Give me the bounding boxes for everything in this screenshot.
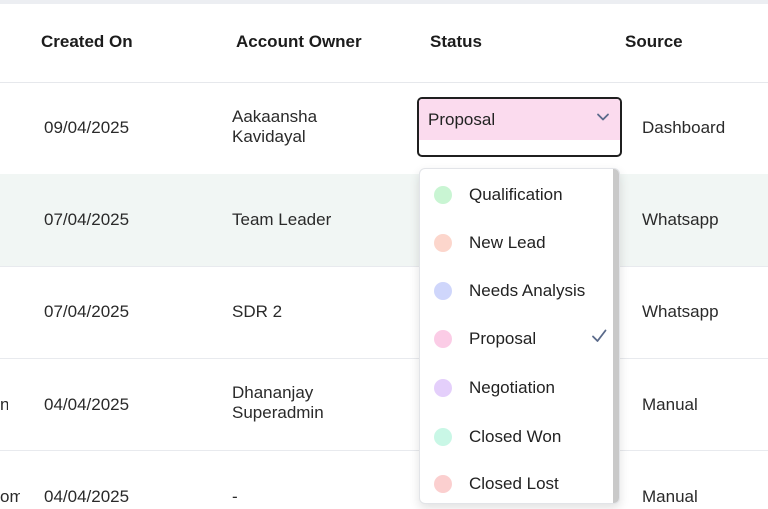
table-row[interactable]: 07/04/2025 Team Leader Whatsapp bbox=[0, 174, 768, 267]
table-header: Created On Account Owner Status Source bbox=[0, 4, 768, 83]
status-color-dot bbox=[434, 282, 452, 300]
table-row[interactable]: om 04/04/2025 - Manual bbox=[0, 450, 768, 509]
owner-line: Aakaansha bbox=[232, 107, 318, 126]
created-on-cell: 09/04/2025 bbox=[44, 118, 130, 137]
status-option-needs-analysis[interactable]: Needs Analysis bbox=[420, 267, 612, 311]
source-cell: Whatsapp bbox=[642, 210, 719, 229]
status-options-menu: Qualification New Lead Needs Analysis Pr… bbox=[419, 168, 620, 504]
status-option-label: Needs Analysis bbox=[469, 281, 586, 300]
check-icon bbox=[592, 329, 607, 342]
source-cell: Whatsapp bbox=[642, 302, 719, 321]
menu-scrollbar[interactable] bbox=[613, 169, 619, 503]
status-option-closed-lost[interactable]: Closed Lost bbox=[420, 460, 612, 503]
owner-line: Kavidayal bbox=[232, 127, 306, 146]
account-owner-cell: Team Leader bbox=[232, 210, 331, 230]
lead-name-cell-fragment: om bbox=[0, 487, 20, 506]
column-header-created-on[interactable]: Created On bbox=[41, 32, 133, 52]
column-header-source[interactable]: Source bbox=[625, 32, 683, 52]
account-owner-cell: - bbox=[232, 487, 238, 507]
status-color-dot bbox=[434, 234, 452, 252]
created-on-cell: 04/04/2025 bbox=[44, 395, 130, 414]
status-option-closed-won[interactable]: Closed Won bbox=[420, 413, 612, 457]
table-row[interactable]: n 04/04/2025 Dhananjay Superadmin Manual bbox=[0, 358, 768, 451]
owner-line: Dhananjay bbox=[232, 383, 314, 402]
source-cell: Manual bbox=[642, 395, 698, 414]
account-owner-cell: Aakaansha Kavidayal bbox=[232, 107, 317, 147]
status-option-proposal[interactable]: Proposal bbox=[420, 315, 612, 359]
status-option-label: Negotiation bbox=[469, 378, 556, 397]
status-color-dot bbox=[434, 379, 452, 397]
owner-line: Superadmin bbox=[232, 403, 324, 422]
status-option-negotiation[interactable]: Negotiation bbox=[420, 364, 612, 408]
owner-line: Team Leader bbox=[232, 210, 332, 229]
status-option-new-lead[interactable]: New Lead bbox=[420, 219, 612, 263]
status-color-dot bbox=[434, 186, 452, 204]
account-owner-cell: Dhananjay Superadmin bbox=[232, 383, 324, 423]
table-row[interactable]: 07/04/2025 SDR 2 Whatsapp bbox=[0, 266, 768, 359]
status-select-button[interactable]: Proposal bbox=[419, 99, 620, 140]
source-cell: Dashboard bbox=[642, 118, 726, 137]
table-row[interactable]: 09/04/2025 Aakaansha Kavidayal Dashboard bbox=[0, 83, 768, 175]
owner-line: SDR 2 bbox=[232, 302, 283, 321]
column-header-account-owner[interactable]: Account Owner bbox=[236, 32, 362, 52]
status-value: Proposal bbox=[428, 110, 496, 129]
created-on-cell: 07/04/2025 bbox=[44, 210, 130, 229]
created-on-cell: 07/04/2025 bbox=[44, 302, 130, 321]
status-color-dot bbox=[434, 330, 452, 348]
source-cell: Manual bbox=[642, 487, 698, 506]
status-color-dot bbox=[434, 475, 452, 493]
lead-name-cell-fragment: n bbox=[0, 395, 8, 414]
status-option-label: New Lead bbox=[469, 233, 546, 252]
created-on-cell: 04/04/2025 bbox=[44, 487, 130, 506]
account-owner-cell: SDR 2 bbox=[232, 302, 282, 322]
owner-line: - bbox=[232, 487, 238, 506]
status-option-label: Qualification bbox=[469, 185, 563, 204]
status-color-dot bbox=[434, 428, 452, 446]
status-option-qualification[interactable]: Qualification bbox=[420, 171, 612, 215]
status-option-label: Closed Won bbox=[469, 427, 562, 446]
status-dropdown[interactable]: Proposal bbox=[417, 97, 622, 157]
chevron-down-icon[interactable] bbox=[596, 110, 610, 124]
status-option-label: Closed Lost bbox=[469, 474, 559, 493]
column-header-status[interactable]: Status bbox=[430, 32, 482, 52]
status-option-label: Proposal bbox=[469, 329, 537, 348]
